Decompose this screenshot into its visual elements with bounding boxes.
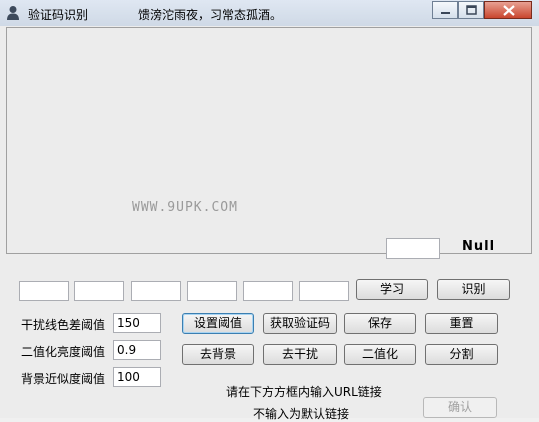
result-textbox[interactable] <box>386 238 440 259</box>
binarize-threshold-label: 二值化亮度阈值 <box>21 345 106 359</box>
remove-noise-button[interactable]: 去干扰 <box>263 344 337 365</box>
learn-button[interactable]: 学习 <box>356 279 428 300</box>
background-similarity-input[interactable]: 100 <box>113 367 161 387</box>
char-box-6[interactable] <box>299 281 349 301</box>
split-button[interactable]: 分割 <box>425 344 498 365</box>
minimize-icon <box>441 12 450 14</box>
result-label: Null <box>462 239 496 254</box>
reset-button[interactable]: 重置 <box>425 313 498 334</box>
main-window: 验证码识别 馈滂沱雨夜，习常态孤酒。 WWW.9UPK.COM Null 学习 <box>0 0 539 421</box>
minimize-button[interactable] <box>432 1 458 19</box>
noise-line-threshold-input[interactable]: 150 <box>113 313 161 333</box>
char-box-5[interactable] <box>243 281 293 301</box>
char-box-4[interactable] <box>187 281 237 301</box>
remove-background-button[interactable]: 去背景 <box>182 344 254 365</box>
get-captcha-button[interactable]: 获取验证码 <box>263 313 337 334</box>
close-button[interactable] <box>484 1 532 19</box>
close-icon <box>503 5 515 16</box>
char-box-2[interactable] <box>74 281 124 301</box>
char-box-1[interactable] <box>19 281 69 301</box>
save-button[interactable]: 保存 <box>344 313 416 334</box>
user-icon <box>7 6 19 20</box>
char-box-3[interactable] <box>131 281 181 301</box>
set-threshold-button[interactable]: 设置阈值 <box>182 313 254 334</box>
window-slogan: 馈滂沱雨夜，习常态孤酒。 <box>138 8 283 22</box>
confirm-button[interactable]: 确认 <box>423 397 497 418</box>
noise-line-threshold-label: 干扰线色差阈值 <box>21 318 106 332</box>
url-input-hint: 请在下方方框内输入URL链接 <box>226 385 382 399</box>
binarize-button[interactable]: 二值化 <box>344 344 416 365</box>
watermark: WWW.9UPK.COM <box>132 200 238 215</box>
maximize-icon <box>466 5 477 15</box>
captcha-display-area <box>6 27 532 254</box>
binarize-threshold-input[interactable]: 0.9 <box>113 340 161 360</box>
url-default-hint: 不输入为默认链接 <box>253 407 350 421</box>
background-similarity-label: 背景近似度阈值 <box>21 372 106 386</box>
window-title: 验证码识别 <box>28 8 89 22</box>
recognize-button[interactable]: 识别 <box>437 279 510 300</box>
maximize-button[interactable] <box>458 1 484 19</box>
title-bar: 验证码识别 馈滂沱雨夜，习常态孤酒。 <box>0 0 539 26</box>
